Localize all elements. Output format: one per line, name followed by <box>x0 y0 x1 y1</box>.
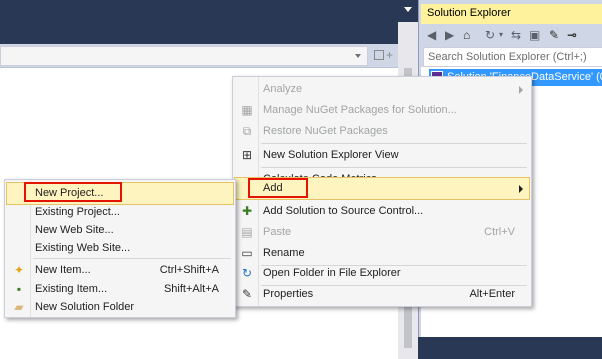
menu-item-add[interactable]: Add <box>234 177 530 200</box>
menu-item-existing-web-site[interactable]: Existing Web Site... <box>7 238 233 259</box>
menu-item-paste[interactable]: ▤ Paste Ctrl+V <box>235 222 529 243</box>
solution-explorer-title: Solution Explorer <box>421 4 602 24</box>
back-icon[interactable]: ◀ <box>427 27 436 43</box>
menu-item-properties[interactable]: ✎ Properties Alt+Enter <box>235 284 529 305</box>
home-icon[interactable]: ⌂ <box>463 27 470 43</box>
menu-separator <box>261 167 527 168</box>
pin-icon[interactable]: ⊸ <box>567 27 577 43</box>
submenu-arrow-icon <box>519 185 523 193</box>
menu-item-label: Existing Item... <box>35 283 108 295</box>
solution-explorer-toolbar: ◀ ▶ ⌂ ↻ ▾ ⇆ ▣ ✎ ⊸ <box>421 24 602 46</box>
menu-item-open-folder[interactable]: ↻ Open Folder in File Explorer <box>235 263 529 284</box>
menu-item-label: Open Folder in File Explorer <box>263 267 401 279</box>
menu-item-label: Paste <box>263 226 292 238</box>
menu-separator <box>33 258 231 259</box>
menu-item-new-solution-folder[interactable]: ▰ New Solution Folder <box>7 297 233 318</box>
menu-item-rename[interactable]: ▭ Rename <box>235 243 529 264</box>
menu-item-restore-nuget[interactable]: ⧉ Restore NuGet Packages <box>235 121 529 142</box>
add-submenu: New Project... Existing Project... New W… <box>4 179 236 318</box>
folder-icon: ▰ <box>14 300 24 314</box>
menu-item-label: Add <box>263 182 283 194</box>
menu-item-shortcut: Alt+Enter <box>469 288 515 300</box>
navigation-dropdown[interactable] <box>0 46 368 66</box>
submenu-arrow-icon <box>519 86 523 94</box>
navigation-bar: + <box>0 44 398 68</box>
split-window-icon[interactable] <box>374 50 384 60</box>
forward-icon[interactable]: ▶ <box>445 27 454 43</box>
menu-item-shortcut: Shift+Alt+A <box>163 283 219 295</box>
nuget-icon: ▦ <box>241 103 253 117</box>
new-view-icon: ⊞ <box>241 148 253 162</box>
existing-item-icon: ▪ <box>16 282 22 296</box>
solution-context-menu: Analyze ▦ Manage NuGet Packages for Solu… <box>232 76 532 307</box>
menu-item-analyze[interactable]: Analyze <box>235 79 529 100</box>
properties-wrench-icon[interactable]: ✎ <box>549 27 559 43</box>
source-control-icon: ✚ <box>241 204 253 218</box>
chevron-down-icon <box>355 54 361 58</box>
solution-explorer-search-input[interactable]: Search Solution Explorer (Ctrl+;) <box>423 47 602 67</box>
menu-item-new-item[interactable]: ✦ New Item... Ctrl+Shift+A <box>7 260 233 281</box>
menu-separator <box>261 143 527 144</box>
refresh-arrow-icon: ↻ <box>241 266 253 280</box>
tab-dropdown-icon[interactable] <box>404 7 412 12</box>
menu-item-new-project[interactable]: New Project... <box>6 182 234 205</box>
menu-item-label: Existing Web Site... <box>35 242 131 254</box>
menu-item-label: Properties <box>263 288 314 300</box>
menu-item-add-to-source-control[interactable]: ✚ Add Solution to Source Control... <box>235 201 529 222</box>
add-icon[interactable]: + <box>386 48 393 62</box>
menu-item-label: New Solution Explorer View <box>263 149 399 161</box>
rename-icon: ▭ <box>241 246 253 260</box>
menu-item-label: Add Solution to Source Control... <box>263 205 424 217</box>
history-icon[interactable]: ↻ <box>485 27 495 43</box>
menu-item-label: Existing Project... <box>35 206 120 218</box>
new-item-icon: ✦ <box>13 263 25 277</box>
document-tab-strip <box>0 0 418 22</box>
restore-packages-icon: ⧉ <box>242 124 252 138</box>
menu-item-label: New Solution Folder <box>35 301 135 313</box>
collapse-all-icon[interactable]: ▣ <box>529 27 540 43</box>
menu-item-shortcut: Ctrl+Shift+A <box>159 264 219 276</box>
menu-item-label: Analyze <box>263 83 303 95</box>
wrench-icon: ✎ <box>241 287 253 301</box>
sync-icon[interactable]: ⇆ <box>511 27 521 43</box>
paste-icon: ▤ <box>241 225 253 239</box>
panel-bottom-bar <box>418 337 602 359</box>
menu-item-shortcut: Ctrl+V <box>484 226 515 238</box>
menu-item-label: Rename <box>263 247 305 259</box>
menu-item-label: New Item... <box>35 264 91 276</box>
menu-item-new-se-view[interactable]: ⊞ New Solution Explorer View <box>235 145 529 166</box>
menu-item-label: New Web Site... <box>35 224 114 236</box>
menu-item-label: Manage NuGet Packages for Solution... <box>263 104 457 116</box>
menu-item-label: Restore NuGet Packages <box>263 125 388 137</box>
menu-item-manage-nuget[interactable]: ▦ Manage NuGet Packages for Solution... <box>235 100 529 121</box>
menu-item-label: New Project... <box>35 187 104 199</box>
chevron-down-icon[interactable]: ▾ <box>499 27 503 43</box>
